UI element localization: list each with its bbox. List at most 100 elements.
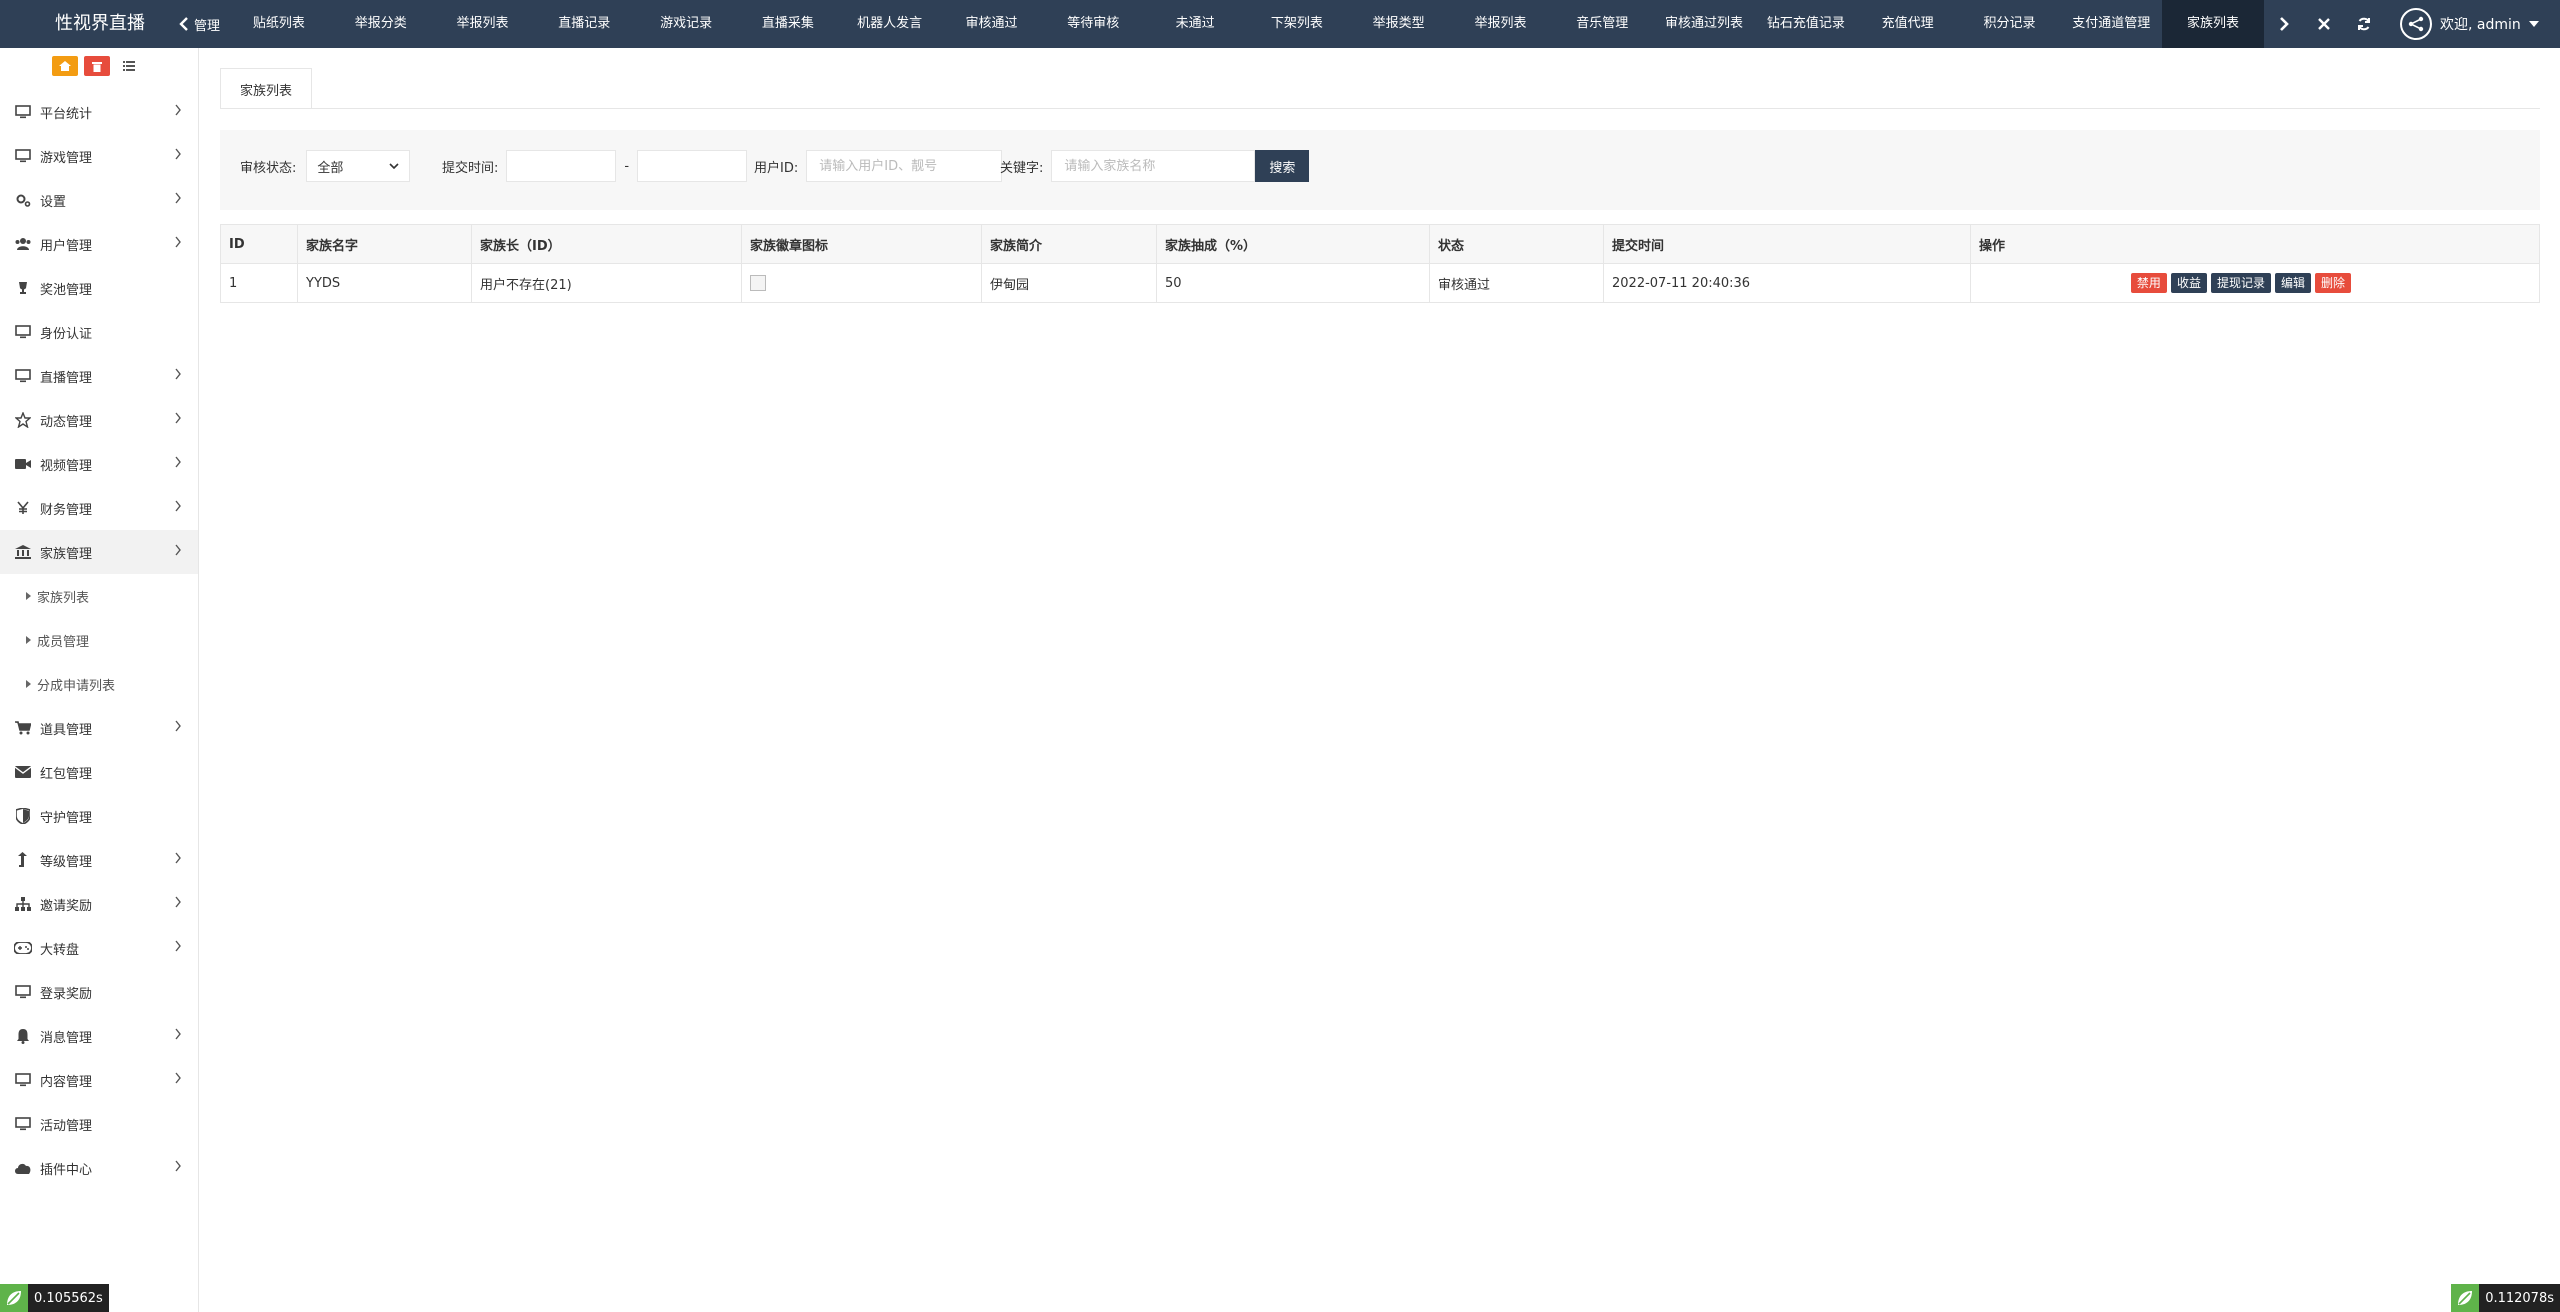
- clear-cache-button[interactable]: [84, 56, 110, 76]
- end-time-input[interactable]: [637, 150, 748, 182]
- sidebar-item[interactable]: 守护管理: [0, 794, 198, 838]
- sidebar-item[interactable]: 红包管理: [0, 750, 198, 794]
- top-tab-active[interactable]: 家族列表: [2162, 0, 2264, 48]
- sidebar-item-label: 视频管理: [40, 458, 93, 474]
- top-tab[interactable]: 充值代理: [1857, 0, 1959, 48]
- bell-icon: [14, 1027, 32, 1045]
- search-form: 审核状态: 全部 提交时间: - 用户ID: 关键字: 搜索: [220, 130, 2540, 210]
- star-icon: [14, 411, 32, 429]
- monitor-icon: [14, 1115, 32, 1133]
- chevron-right-icon: [174, 236, 182, 252]
- sidebar-item-label: 家族管理: [40, 546, 93, 562]
- sidebar-subitem[interactable]: 成员管理: [0, 618, 198, 662]
- search-button[interactable]: 搜索: [1255, 150, 1310, 182]
- top-tab[interactable]: 举报列表: [432, 0, 534, 48]
- income-button[interactable]: 收益: [2170, 273, 2207, 293]
- sidebar-subitem[interactable]: 分成申请列表: [0, 662, 198, 706]
- sidebar-item[interactable]: 等级管理: [0, 838, 198, 882]
- top-tab[interactable]: 下架列表: [1246, 0, 1348, 48]
- top-tab[interactable]: 支付通道管理: [2060, 0, 2162, 48]
- yen-icon: [14, 499, 32, 517]
- user-menu[interactable]: 欢迎, admin: [2400, 0, 2560, 48]
- sidebar-item-label: 游戏管理: [40, 150, 93, 166]
- top-tab[interactable]: 举报类型: [1348, 0, 1450, 48]
- uid-input[interactable]: [806, 150, 1003, 182]
- disable-button[interactable]: 禁用: [2130, 273, 2167, 293]
- top-tab[interactable]: 钻石充值记录: [1755, 0, 1857, 48]
- sidebar-item-label: 红包管理: [40, 766, 93, 782]
- start-time-input[interactable]: [506, 150, 617, 182]
- nav-prev-label: 管理: [194, 18, 221, 34]
- refresh-icon: [2358, 17, 2370, 31]
- sitemap-icon: [14, 895, 32, 913]
- cell-rate: 50: [1156, 263, 1430, 303]
- cell-leader: 用户不存在(21): [471, 263, 742, 303]
- sidebar-item[interactable]: 视频管理: [0, 442, 198, 486]
- top-tab[interactable]: 未通过: [1144, 0, 1246, 48]
- chevron-right-icon: [174, 1160, 182, 1176]
- sidebar-item[interactable]: 邀请奖励: [0, 882, 198, 926]
- sidebar-subitem-label: 分成申请列表: [37, 678, 116, 694]
- sidebar-item[interactable]: 动态管理: [0, 398, 198, 442]
- content-tab-title[interactable]: 家族列表: [220, 68, 312, 109]
- sidebar-subitem[interactable]: 家族列表: [0, 574, 198, 618]
- home-button[interactable]: [52, 56, 78, 76]
- family-table: ID 家族名字 家族长（ID） 家族徽章图标 家族简介 家族抽成（%） 状态 提…: [220, 224, 2540, 303]
- trash-icon: [92, 61, 102, 72]
- top-tab[interactable]: 审核通过列表: [1653, 0, 1755, 48]
- chevron-down-icon: [389, 163, 399, 169]
- sidebar-item[interactable]: 家族管理: [0, 530, 198, 574]
- sidebar-item-label: 消息管理: [40, 1030, 93, 1046]
- status-select[interactable]: 全部: [306, 150, 411, 182]
- status-select-value: 全部: [317, 160, 344, 176]
- sidebar-item[interactable]: 消息管理: [0, 1014, 198, 1058]
- sidebar-item[interactable]: 内容管理: [0, 1058, 198, 1102]
- top-tab[interactable]: 直播采集: [737, 0, 839, 48]
- sidebar-item[interactable]: 插件中心: [0, 1146, 198, 1190]
- sidebar-item[interactable]: 身份认证: [0, 310, 198, 354]
- sidebar-item[interactable]: 大转盘: [0, 926, 198, 970]
- refresh-button[interactable]: [2344, 0, 2384, 48]
- next-tabs-button[interactable]: [2264, 0, 2304, 48]
- top-tab[interactable]: 机器人发言: [839, 0, 941, 48]
- monitor-icon: [14, 983, 32, 1001]
- sidebar-item-label: 平台统计: [40, 106, 93, 122]
- sidebar-item[interactable]: 用户管理: [0, 222, 198, 266]
- sidebar-item[interactable]: 活动管理: [0, 1102, 198, 1146]
- top-tab[interactable]: 等待审核: [1042, 0, 1144, 48]
- top-tab[interactable]: 审核通过: [941, 0, 1043, 48]
- user-greeting: 欢迎, admin: [2440, 17, 2521, 33]
- sidebar-item[interactable]: 平台统计: [0, 90, 198, 134]
- top-tab[interactable]: 举报列表: [1450, 0, 1552, 48]
- sidebar-item[interactable]: 游戏管理: [0, 134, 198, 178]
- nav-prev-button[interactable]: 管理: [172, 0, 228, 48]
- edit-button[interactable]: 编辑: [2274, 273, 2311, 293]
- chevron-right-icon: [175, 1160, 181, 1172]
- time-filter: 提交时间: -: [442, 150, 748, 182]
- sidebar-item[interactable]: 财务管理: [0, 486, 198, 530]
- close-tab-button[interactable]: [2304, 0, 2344, 48]
- top-tab[interactable]: 直播记录: [533, 0, 635, 48]
- keyword-input[interactable]: [1051, 150, 1256, 182]
- sidebar-item[interactable]: 登录奖励: [0, 970, 198, 1014]
- sidebar-item-label: 活动管理: [40, 1118, 93, 1134]
- top-tab[interactable]: 举报分类: [330, 0, 432, 48]
- cart-icon: [14, 719, 32, 737]
- caret-down-icon: [2528, 21, 2539, 27]
- delete-button[interactable]: 删除: [2314, 273, 2351, 293]
- top-tab[interactable]: 音乐管理: [1551, 0, 1653, 48]
- sidebar-item[interactable]: 奖池管理: [0, 266, 198, 310]
- top-bar: 性视界直播 管理 贴纸列表 举报分类 举报列表 直播记录 游戏记录 直播采集 机…: [0, 0, 2560, 48]
- chevron-right-icon: [174, 104, 182, 120]
- top-tab[interactable]: 游戏记录: [635, 0, 737, 48]
- withdraw-records-button[interactable]: 提现记录: [2210, 273, 2271, 293]
- sidebar-item-label: 等级管理: [40, 854, 93, 870]
- sidebar-item[interactable]: 设置: [0, 178, 198, 222]
- toggle-menu-button[interactable]: [116, 56, 142, 76]
- top-tab[interactable]: 积分记录: [1959, 0, 2061, 48]
- sidebar-item[interactable]: 直播管理: [0, 354, 198, 398]
- top-tab[interactable]: 贴纸列表: [228, 0, 330, 48]
- sidebar-item[interactable]: 道具管理: [0, 706, 198, 750]
- timer-badge-right: 0.112078s: [2451, 1284, 2560, 1312]
- monitor-icon: [14, 323, 32, 341]
